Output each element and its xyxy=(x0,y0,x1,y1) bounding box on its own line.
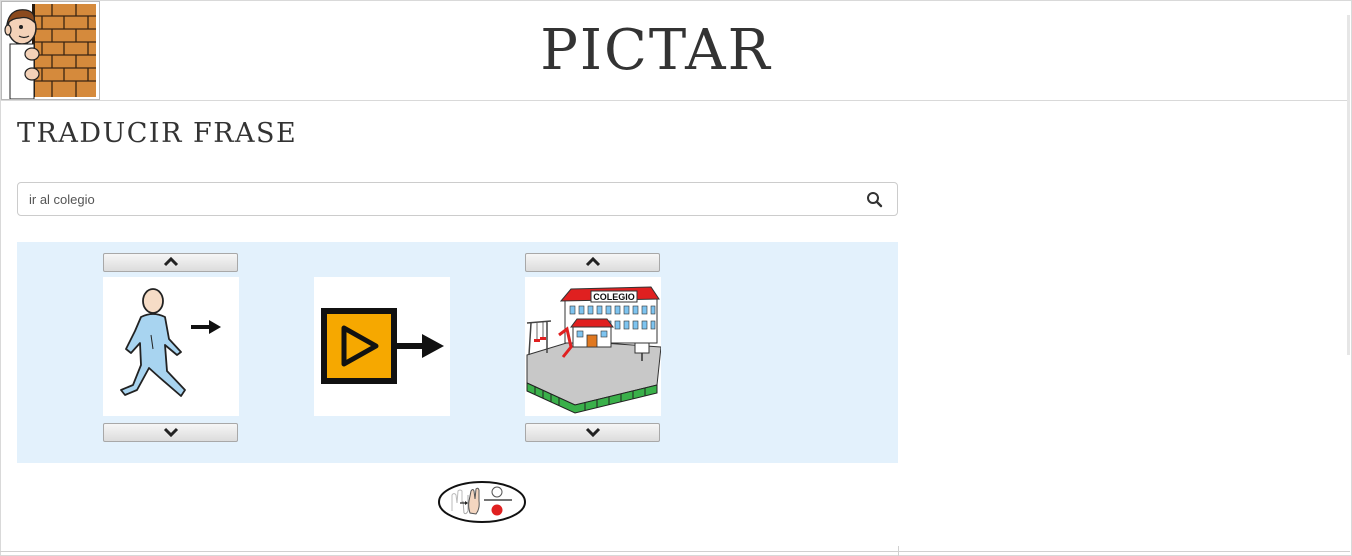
search-button[interactable] xyxy=(865,190,885,210)
section-title: Traducir frase xyxy=(17,118,298,149)
pictogram-verb-marker[interactable] xyxy=(314,277,450,416)
chevron-down-icon xyxy=(585,427,601,437)
walking-person-arrow-icon xyxy=(120,288,221,397)
sign-language-hands-icon xyxy=(438,481,526,523)
header: PICTAR xyxy=(0,0,1350,101)
colegio-school-building-icon: COLEGIO xyxy=(526,286,662,414)
search-box xyxy=(17,182,898,216)
next-pictogram-button[interactable] xyxy=(525,423,660,442)
sign-language-button[interactable] xyxy=(438,481,526,523)
app-title: PICTAR xyxy=(540,18,772,83)
scrollbar[interactable] xyxy=(1347,15,1350,355)
search-icon xyxy=(867,192,883,208)
chevron-up-icon xyxy=(163,257,179,267)
pictogram-ir[interactable] xyxy=(103,277,239,416)
next-pictogram-button[interactable] xyxy=(103,423,238,442)
previous-pictogram-button[interactable] xyxy=(103,253,238,272)
previous-pictogram-button[interactable] xyxy=(525,253,660,272)
colegio-sign-text: COLEGIO xyxy=(593,292,635,302)
search-input[interactable] xyxy=(29,183,849,215)
pictogram-colegio[interactable]: COLEGIO xyxy=(525,277,662,416)
play-arrow-verb-icon xyxy=(321,308,444,384)
chevron-up-icon xyxy=(585,257,601,267)
footer-divider xyxy=(0,551,1350,552)
footer-column-divider xyxy=(898,546,899,556)
translation-result-panel: COLEGIO xyxy=(17,242,898,463)
chevron-down-icon xyxy=(163,427,179,437)
